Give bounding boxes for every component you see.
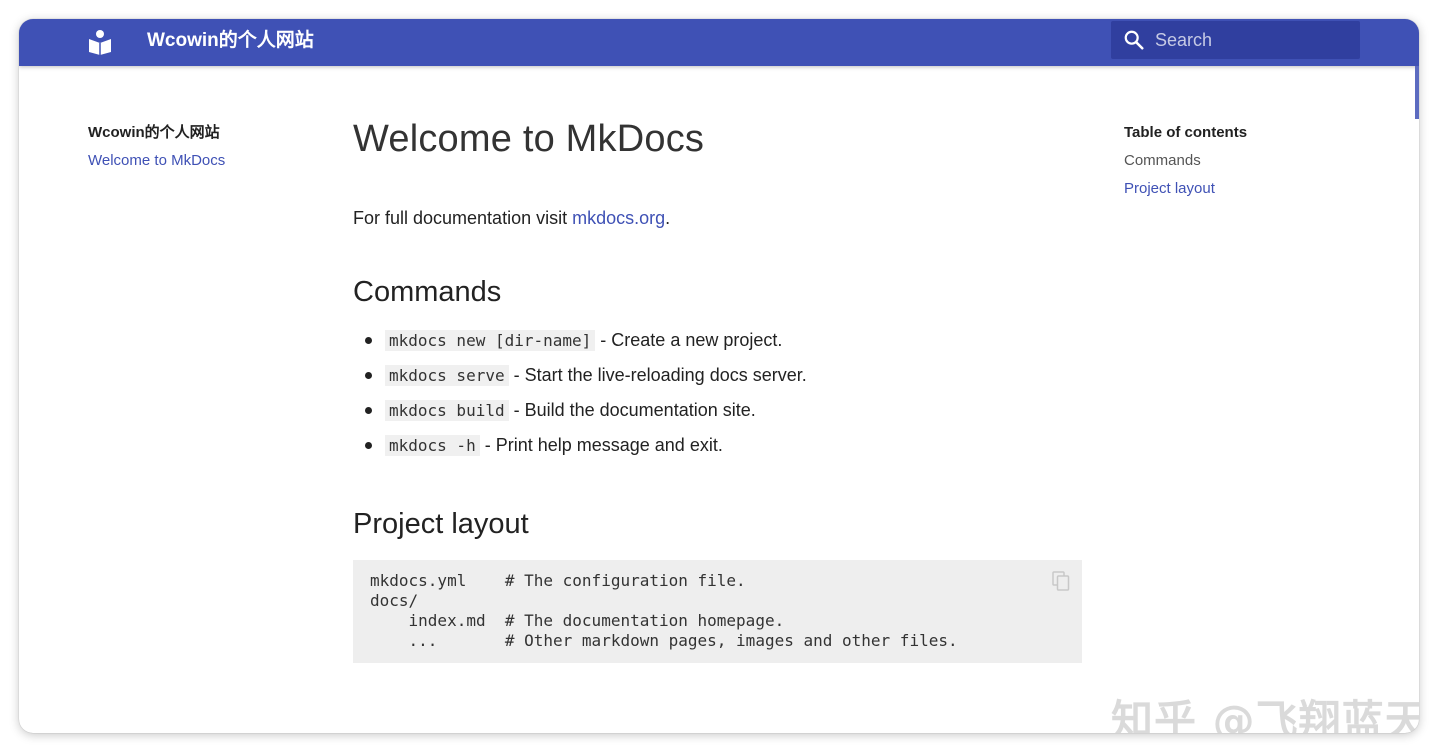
mkdocs-org-link[interactable]: mkdocs.org bbox=[572, 208, 665, 228]
toc-item-commands[interactable]: Commands bbox=[1124, 151, 1384, 171]
watermark-text: 知乎 @飞翔蓝天 bbox=[1111, 696, 1419, 733]
command-code: mkdocs new [dir-name] bbox=[385, 330, 596, 351]
site-title[interactable]: Wcowin的个人网站 bbox=[147, 29, 314, 53]
code-block-text: mkdocs.yml # The configuration file. doc… bbox=[370, 571, 958, 650]
toc-item-project-layout[interactable]: Project layout bbox=[1124, 179, 1384, 199]
intro-paragraph: For full documentation visit mkdocs.org. bbox=[353, 206, 1082, 230]
command-desc: - Create a new project. bbox=[595, 330, 783, 350]
command-desc: - Print help message and exit. bbox=[479, 435, 723, 455]
primary-nav: Wcowin的个人网站 Welcome to MkDocs bbox=[88, 123, 308, 171]
intro-suffix: . bbox=[665, 208, 671, 228]
list-item: mkdocs new [dir-name] - Create a new pro… bbox=[353, 326, 1082, 361]
list-item: mkdocs -h - Print help message and exit. bbox=[353, 431, 1082, 466]
toc-title: Table of contents bbox=[1124, 124, 1248, 141]
code-block: mkdocs.yml # The configuration file. doc… bbox=[353, 560, 1082, 663]
search-input[interactable] bbox=[1155, 21, 1355, 59]
command-code: mkdocs -h bbox=[385, 435, 480, 456]
browser-frame: Wcowin的个人网站 Wcowin的个人网站 Welcome to MkDoc… bbox=[19, 19, 1419, 733]
project-layout-heading: Project layout bbox=[353, 508, 529, 540]
page-title: Welcome to MkDocs bbox=[353, 118, 705, 160]
commands-list: mkdocs new [dir-name] - Create a new pro… bbox=[353, 326, 1082, 466]
copy-icon[interactable] bbox=[1052, 571, 1070, 591]
search-icon[interactable] bbox=[1123, 29, 1145, 51]
list-item: mkdocs serve - Start the live-reloading … bbox=[353, 361, 1082, 396]
command-desc: - Start the live-reloading docs server. bbox=[508, 365, 807, 385]
nav-title: Wcowin的个人网站 bbox=[88, 124, 220, 141]
commands-heading: Commands bbox=[353, 276, 502, 308]
search-box[interactable] bbox=[1111, 21, 1360, 59]
command-code: mkdocs serve bbox=[385, 365, 509, 386]
book-logo-icon[interactable] bbox=[87, 29, 113, 55]
intro-text: For full documentation visit bbox=[353, 208, 573, 228]
list-item: mkdocs build - Build the documentation s… bbox=[353, 396, 1082, 431]
main-content: Welcome to MkDocs For full documentation… bbox=[353, 115, 1082, 663]
command-code: mkdocs build bbox=[385, 400, 509, 421]
command-desc: - Build the documentation site. bbox=[508, 400, 756, 420]
header-bar: Wcowin的个人网站 bbox=[19, 19, 1419, 66]
nav-item-welcome[interactable]: Welcome to MkDocs bbox=[88, 151, 308, 171]
scroll-indicator bbox=[1415, 66, 1419, 119]
table-of-contents: Table of contents Commands Project layou… bbox=[1124, 123, 1384, 199]
